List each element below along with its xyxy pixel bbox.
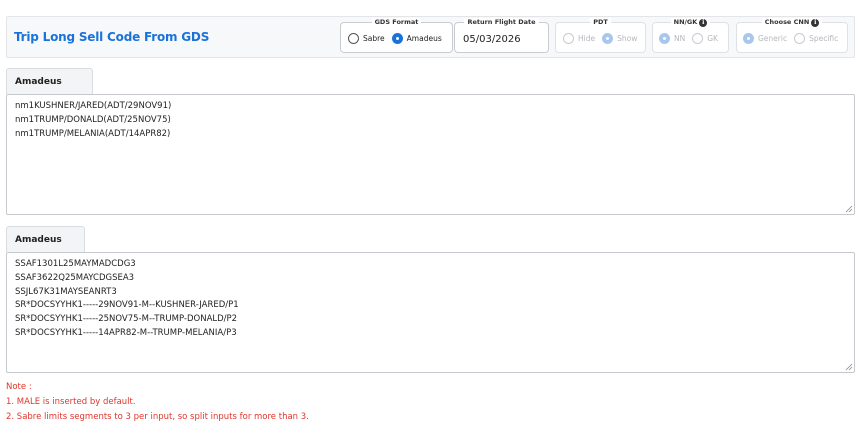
choose-cnn-legend: Choose CNN: [764, 18, 810, 26]
tab-amadeus-nm1[interactable]: Amadeus NM1: [6, 68, 93, 113]
sr-line: SR*DOCSYYHK1-----14APR82-M--TRUMP-MELANI…: [15, 327, 237, 338]
pdt-group: PDT Hide Show: [555, 18, 646, 53]
resize-handle-icon[interactable]: [845, 205, 853, 213]
info-icon[interactable]: i: [811, 18, 820, 27]
gds-format-amadeus-radio[interactable]: [391, 33, 403, 44]
cnn-specific-radio[interactable]: [794, 33, 806, 44]
gds-format-group: GDS Format Sabre Amadeus: [340, 18, 453, 53]
note-item: 2. Sabre limits segments to 3 per input,…: [6, 412, 309, 422]
pdt-show-label[interactable]: Show: [617, 34, 637, 43]
tab-amadeus-sr[interactable]: Amadeus SR: [6, 226, 85, 271]
notes-block: Note : 1. MALE is inserted by default. 2…: [6, 380, 309, 425]
return-flight-date-field[interactable]: Return Flight Date 05/03/2026: [454, 18, 549, 53]
page-title: Trip Long Sell Code From GDS: [14, 30, 210, 44]
nn-label[interactable]: NN: [674, 34, 685, 43]
pdt-hide-radio[interactable]: [563, 33, 574, 44]
nn-gk-legend: NN/GK: [673, 18, 698, 26]
pdt-legend: PDT: [590, 18, 611, 27]
resize-handle-icon[interactable]: [845, 363, 853, 371]
cnn-generic-label[interactable]: Generic: [758, 34, 787, 43]
pdt-hide-label[interactable]: Hide: [578, 34, 595, 43]
cnn-specific-label[interactable]: Specific: [809, 34, 838, 43]
gk-radio[interactable]: [692, 33, 704, 44]
nn-radio[interactable]: [659, 33, 670, 44]
gds-format-sabre-radio[interactable]: [348, 33, 359, 44]
gk-label[interactable]: GK: [707, 34, 718, 43]
gds-format-amadeus-label[interactable]: Amadeus: [407, 34, 442, 43]
pdt-show-radio[interactable]: [602, 33, 614, 44]
gds-format-sabre-label[interactable]: Sabre: [363, 34, 385, 43]
nm1-line: nm1TRUMP/DONALD(ADT/25NOV75): [15, 114, 171, 125]
nm1-line: nm1TRUMP/MELANIA(ADT/14APR82): [15, 128, 171, 139]
nn-gk-group: NN/GK i NN GK: [652, 18, 729, 53]
info-icon[interactable]: i: [699, 18, 708, 27]
sr-line: SSAF3622Q25MAYCDGSEA3: [15, 272, 135, 283]
return-flight-date-legend: Return Flight Date: [464, 18, 539, 27]
sr-textarea[interactable]: SSAF1301L25MAYMADCDG3 SSAF3622Q25MAYCDGS…: [6, 252, 855, 373]
notes-heading: Note :: [6, 382, 32, 392]
choose-cnn-group: Choose CNN i Generic Specific: [736, 18, 848, 53]
sr-line: SSAF1301L25MAYMADCDG3: [15, 259, 136, 269]
gds-format-legend: GDS Format: [371, 18, 422, 27]
sr-line: SSJL67K31MAYSEANRT3: [15, 286, 117, 297]
header-bar: Trip Long Sell Code From GDS GDS Format …: [6, 16, 855, 58]
sr-line: SR*DOCSYYHK1-----25NOV75-M--TRUMP-DONALD…: [15, 314, 238, 325]
nm1-line: nm1KUSHNER/JARED(ADT/29NOV91): [15, 101, 172, 111]
return-flight-date-value[interactable]: 05/03/2026: [463, 34, 521, 45]
nm1-textarea[interactable]: nm1KUSHNER/JARED(ADT/29NOV91) nm1TRUMP/D…: [6, 94, 855, 215]
sr-line: SR*DOCSYYHK1-----29NOV91-M--KUSHNER-JARE…: [15, 300, 239, 311]
cnn-generic-radio[interactable]: [743, 33, 754, 44]
note-item: 1. MALE is inserted by default.: [6, 397, 136, 407]
